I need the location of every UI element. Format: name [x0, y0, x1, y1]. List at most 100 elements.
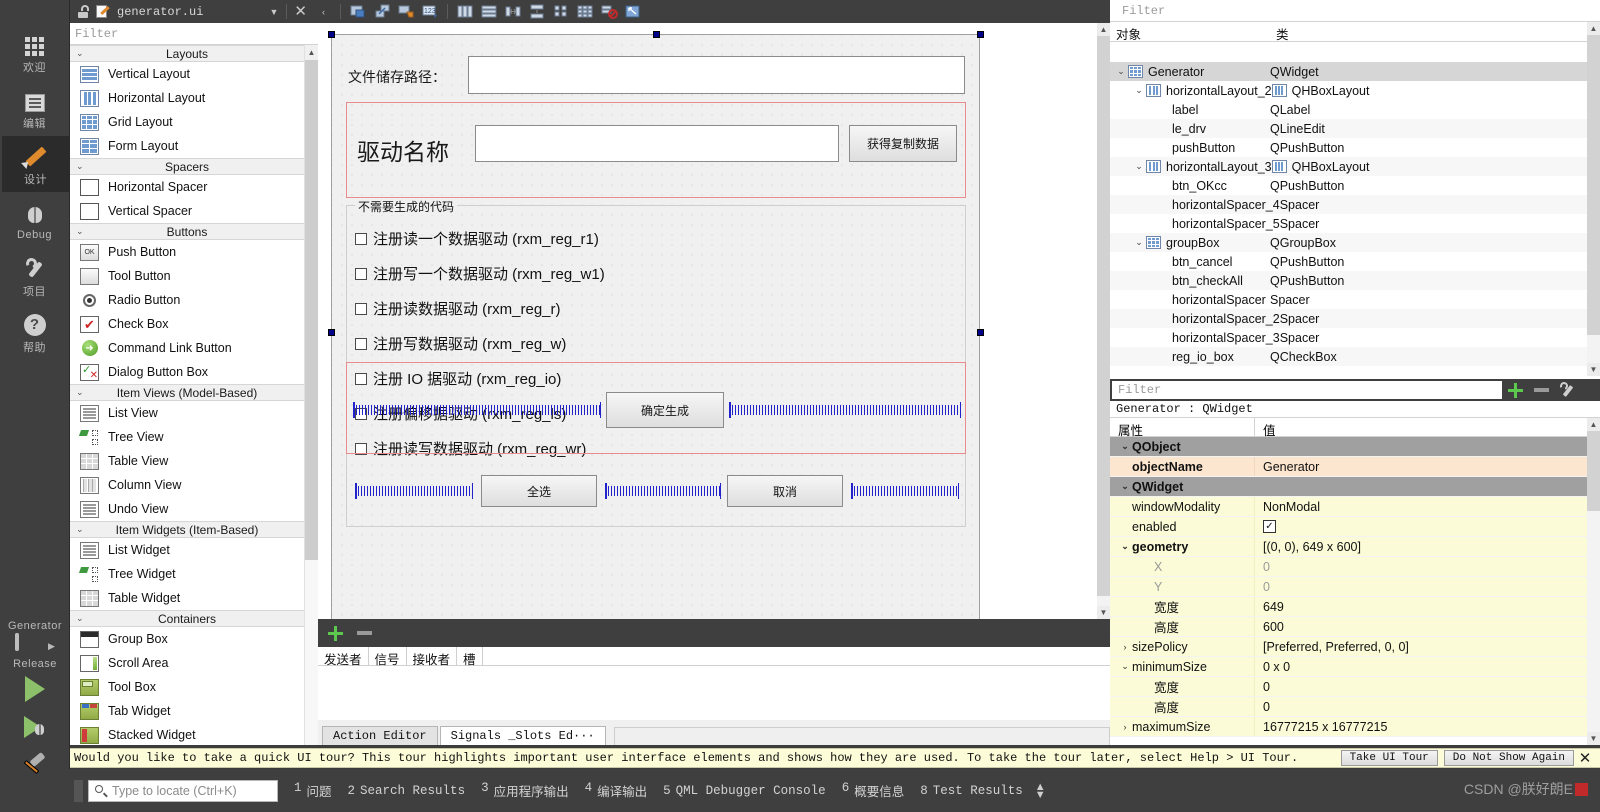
edit-signals-slots-icon[interactable]: [372, 2, 392, 21]
widget-item-table-widget[interactable]: Table Widget: [70, 586, 304, 610]
column-slot[interactable]: 槽: [457, 647, 483, 667]
cancel-button[interactable]: 取消: [727, 475, 843, 507]
scroll-up-icon[interactable]: ▲: [1097, 23, 1110, 36]
tree-row-btn_checkAll[interactable]: btn_checkAll QPushButton: [1110, 271, 1587, 290]
mode-design[interactable]: 设计: [0, 136, 69, 192]
widget-item-check-box[interactable]: Check Box: [70, 312, 304, 336]
tree-row-horizontalSpacer_4[interactable]: horizontalSpacer_4 Spacer: [1110, 195, 1587, 214]
adjust-size-icon[interactable]: [623, 2, 643, 21]
edit-buddies-icon[interactable]: [396, 2, 416, 21]
output-pane-issues[interactable]: 1 问题: [294, 781, 332, 800]
widget-item-scroll-area[interactable]: Scroll Area: [70, 651, 304, 675]
form-widget-Generator[interactable]: 文件储存路径： 驱动名称 获得复制数据 不需要生成的代码 注册读一个数据驱动 (…: [328, 31, 984, 619]
resize-handle-ml[interactable]: [328, 329, 335, 336]
widget-item-push-button[interactable]: OK Push Button: [70, 240, 304, 264]
chevron-down-icon[interactable]: ⌄: [1118, 661, 1132, 672]
scrollbar-thumb[interactable]: [1097, 36, 1110, 596]
break-layout-icon[interactable]: [599, 2, 619, 21]
chevron-right-icon[interactable]: ›: [1118, 642, 1132, 652]
property-value[interactable]: 0: [1263, 700, 1270, 714]
tree-row-le_drv[interactable]: le_drv QLineEdit: [1110, 119, 1587, 138]
debug-run-icon[interactable]: [0, 708, 70, 746]
widget-item-vertical-layout[interactable]: Vertical Layout: [70, 62, 304, 86]
canvas-scrollbar[interactable]: ▲ ▼: [1097, 23, 1110, 619]
widget-box-scrollbar[interactable]: ▲: [304, 45, 319, 745]
property-value[interactable]: 649: [1263, 600, 1284, 614]
mode-welcome[interactable]: 欢迎: [0, 24, 69, 80]
driver-name-input[interactable]: [475, 125, 839, 162]
layout-in-form-icon[interactable]: [551, 2, 571, 21]
resize-handle-tc[interactable]: [653, 31, 660, 38]
tree-row-horizontalSpacer[interactable]: horizontalSpacer Spacer: [1110, 290, 1587, 309]
property-filter-input[interactable]: Filter: [1112, 381, 1502, 399]
property-row-enabled[interactable]: enabled ✓: [1110, 517, 1587, 537]
mode-edit[interactable]: 编辑: [0, 80, 69, 136]
chevron-down-icon[interactable]: ⌄: [1118, 441, 1132, 452]
tab-action-editor[interactable]: Action Editor: [322, 726, 438, 745]
column-signal[interactable]: 信号: [369, 647, 407, 667]
tree-row-horizontalLayout_3[interactable]: ⌄ horizontalLayout_3 QHBoxLayout: [1110, 157, 1587, 176]
target-selector-icon[interactable]: ▶: [0, 633, 70, 657]
property-value[interactable]: 16777215 x 16777215: [1263, 720, 1387, 734]
scroll-up-icon[interactable]: ▲: [1587, 418, 1600, 431]
checkbox-box[interactable]: [355, 337, 367, 350]
checkbox-rxm_reg_r[interactable]: 注册读数据驱动 (rxm_reg_r): [355, 298, 561, 319]
property-group-QWidget[interactable]: ⌄ QWidget: [1110, 477, 1587, 497]
edit-tab-order-icon[interactable]: 123: [420, 2, 440, 21]
file-path-input[interactable]: [468, 56, 965, 94]
property-value[interactable]: 0: [1263, 560, 1270, 574]
widget-section-containers[interactable]: ⌄ Containers: [70, 610, 304, 627]
widget-item-vertical-spacer[interactable]: Vertical Spacer: [70, 199, 304, 223]
chevron-down-icon[interactable]: ⌄: [1132, 161, 1146, 172]
resize-handle-mr[interactable]: [977, 329, 984, 336]
mode-help[interactable]: ? 帮助: [0, 304, 69, 360]
scrollbar-thumb[interactable]: [1587, 35, 1600, 335]
widget-item-list-view[interactable]: List View: [70, 401, 304, 425]
property-row-minimumSize-height[interactable]: 高度 0: [1110, 697, 1587, 717]
widget-item-horizontal-layout[interactable]: Horizontal Layout: [70, 86, 304, 110]
widget-item-column-view[interactable]: Column View: [70, 473, 304, 497]
widget-item-grid-layout[interactable]: Grid Layout: [70, 110, 304, 134]
layout-in-splitter-v-icon[interactable]: [527, 2, 547, 21]
remove-connection-icon[interactable]: [357, 631, 372, 635]
checkbox-rxm_reg_w1[interactable]: 注册写一个数据驱动 (rxm_reg_w1): [355, 263, 605, 284]
property-group-QObject[interactable]: ⌄ QObject: [1110, 437, 1587, 457]
horizontalSpacer_5[interactable]: [729, 402, 961, 418]
drag-handle[interactable]: [74, 779, 83, 802]
widget-item-form-layout[interactable]: Form Layout: [70, 134, 304, 158]
add-connection-icon[interactable]: [328, 625, 343, 641]
locator-input[interactable]: Type to locate (Ctrl+K): [88, 779, 278, 802]
chevron-down-icon[interactable]: ⌄: [1114, 66, 1128, 77]
layout-horizontally-icon[interactable]: [455, 2, 475, 21]
layout-in-grid-icon[interactable]: [575, 2, 595, 21]
tree-row-label[interactable]: label QLabel: [1110, 100, 1587, 119]
tree-row-horizontalSpacer_2[interactable]: horizontalSpacer_2 Spacer: [1110, 309, 1587, 328]
property-value[interactable]: [(0, 0), 649 x 600]: [1263, 540, 1361, 554]
property-row-minimumSize[interactable]: ⌄ minimumSize 0 x 0: [1110, 657, 1587, 677]
scroll-up-icon[interactable]: ▲: [1587, 22, 1600, 35]
resize-handle-tl[interactable]: [328, 31, 335, 38]
widget-item-horizontal-spacer[interactable]: Horizontal Spacer: [70, 175, 304, 199]
checkbox-box[interactable]: [355, 232, 367, 245]
tree-row-btn_cancel[interactable]: btn_cancel QPushButton: [1110, 252, 1587, 271]
checkbox-rxm_reg_w[interactable]: 注册写数据驱动 (rxm_reg_w): [355, 333, 566, 354]
output-pane-test-results[interactable]: 8 Test Results: [920, 784, 1023, 798]
edit-widgets-icon[interactable]: [348, 2, 368, 21]
chevron-down-icon[interactable]: ⌄: [1132, 85, 1146, 96]
tree-row-btn_OKcc[interactable]: btn_OKcc QPushButton: [1110, 176, 1587, 195]
scroll-down-icon[interactable]: ▼: [1587, 732, 1600, 745]
column-class[interactable]: 类: [1270, 22, 1295, 42]
layout-in-splitter-h-icon[interactable]: [503, 2, 523, 21]
checkbox-box[interactable]: [355, 267, 367, 280]
chevron-down-icon[interactable]: ⌄: [1118, 541, 1132, 552]
property-row-objectName[interactable]: objectName Generator: [1110, 457, 1587, 477]
property-value[interactable]: 0: [1263, 680, 1270, 694]
output-pane-general-messages[interactable]: 6 概要信息: [842, 781, 905, 800]
tree-row-reg_io_box[interactable]: reg_io_box QCheckBox: [1110, 347, 1587, 366]
unlock-icon[interactable]: [77, 4, 91, 19]
column-receiver[interactable]: 接收者: [407, 647, 458, 667]
widget-item-stacked-widget[interactable]: Stacked Widget: [70, 723, 304, 745]
output-pane-qml-debugger-console[interactable]: 5 QML Debugger Console: [663, 784, 826, 798]
horizontalLayout_3-selection[interactable]: 确定生成: [346, 362, 966, 454]
widget-box-filter[interactable]: Filter: [70, 23, 318, 45]
